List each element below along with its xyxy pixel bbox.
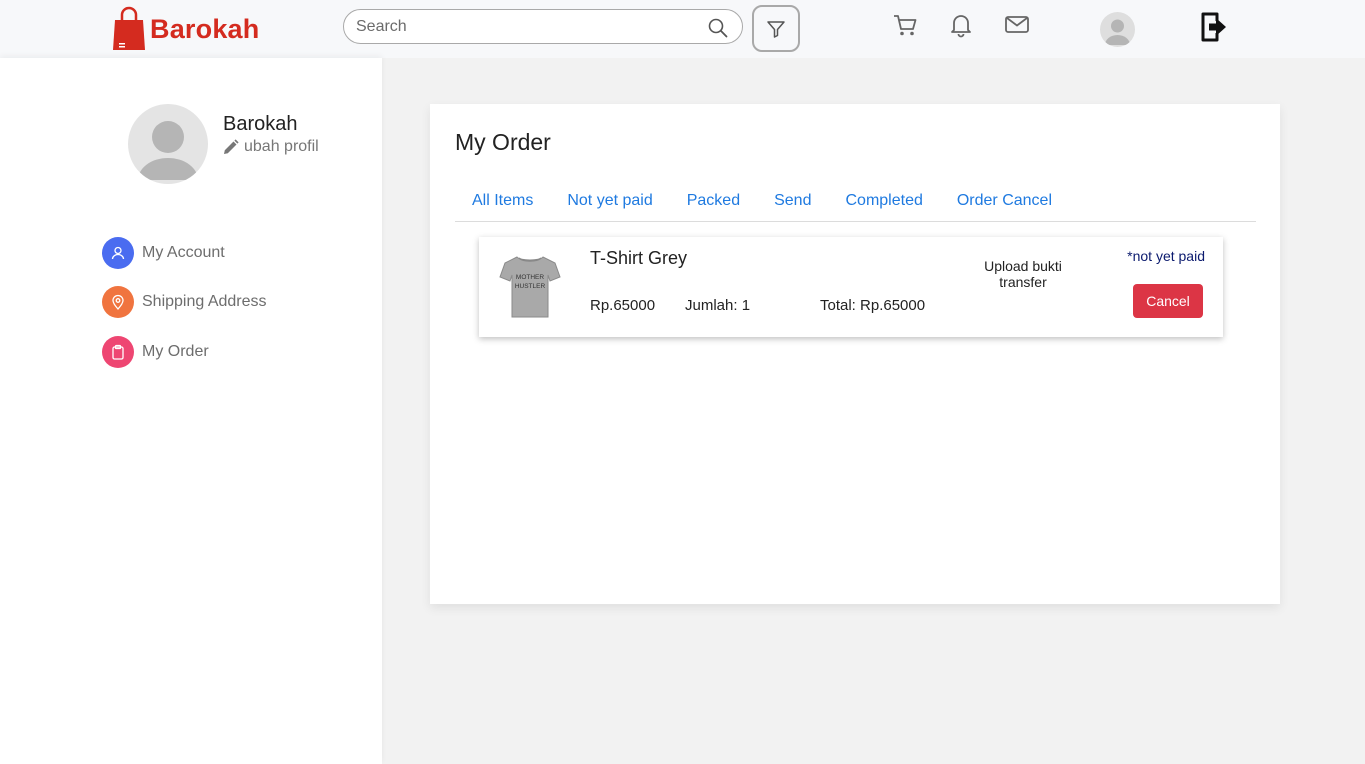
avatar-placeholder-icon [1105,19,1130,45]
search-icon[interactable] [708,18,728,38]
user-avatar[interactable] [1100,12,1135,47]
mail-icon[interactable] [1004,12,1030,38]
bell-icon[interactable] [948,12,974,38]
order-status-tabs: All Items Not yet paid Packed Send Compl… [455,182,1256,222]
upload-payment-proof-link[interactable]: Upload bukti transfer [973,258,1073,290]
tab-completed[interactable]: Completed [828,182,939,221]
tab-send[interactable]: Send [757,182,828,221]
location-pin-icon [102,286,134,318]
sidebar-item-label: Shipping Address [142,293,267,310]
cart-icon[interactable] [892,12,918,38]
sidebar-item-label: My Order [142,343,209,360]
sidebar-item-my-account[interactable]: My Account [102,237,225,269]
pencil-icon [224,138,239,154]
tab-not-yet-paid[interactable]: Not yet paid [550,182,669,221]
tab-packed[interactable]: Packed [670,182,757,221]
filter-icon [767,20,785,38]
product-quantity: Jumlah: 1 [685,297,751,314]
tab-all-items[interactable]: All Items [455,182,550,221]
svg-text:HUSTLER: HUSTLER [515,283,546,290]
shopping-bag-icon [113,6,145,50]
product-name: T-Shirt Grey [590,248,688,268]
search-input[interactable] [356,16,696,38]
page-title: My Order [455,129,551,155]
edit-profile-link[interactable]: ubah profil [222,138,319,156]
brand-name: Barokah [150,13,260,44]
brand-logo[interactable]: Barokah [112,6,259,52]
svg-text:MOTHER: MOTHER [516,274,544,281]
logout-icon[interactable] [1200,11,1228,43]
avatar-placeholder-icon [138,121,198,180]
cancel-order-button[interactable]: Cancel [1133,284,1203,318]
sidebar: Barokah ubah profil My Account Shipping … [0,58,382,764]
product-price: Rp.65000 [590,297,656,314]
sidebar-item-label: My Account [142,244,225,261]
sidebar-item-shipping-address[interactable]: Shipping Address [102,286,267,318]
filter-button[interactable] [752,5,800,52]
order-total: Total: Rp.65000 [820,297,926,314]
profile-name: Barokah [223,113,298,135]
clipboard-icon [102,336,134,368]
product-image: MOTHER HUSTLER [499,256,561,318]
user-icon [102,237,134,269]
my-order-panel: My Order All Items Not yet paid Packed S… [430,104,1280,604]
top-navbar: Barokah [0,0,1365,58]
status-badge: *not yet paid [1127,248,1205,264]
search-bar[interactable] [343,9,743,44]
profile-avatar [128,104,208,184]
tab-order-cancel[interactable]: Order Cancel [940,182,1069,221]
order-item-card: MOTHER HUSTLER T-Shirt Grey Rp.65000 Jum… [479,237,1223,337]
sidebar-item-my-order[interactable]: My Order [102,336,209,368]
edit-profile-label: ubah profil [244,138,319,155]
